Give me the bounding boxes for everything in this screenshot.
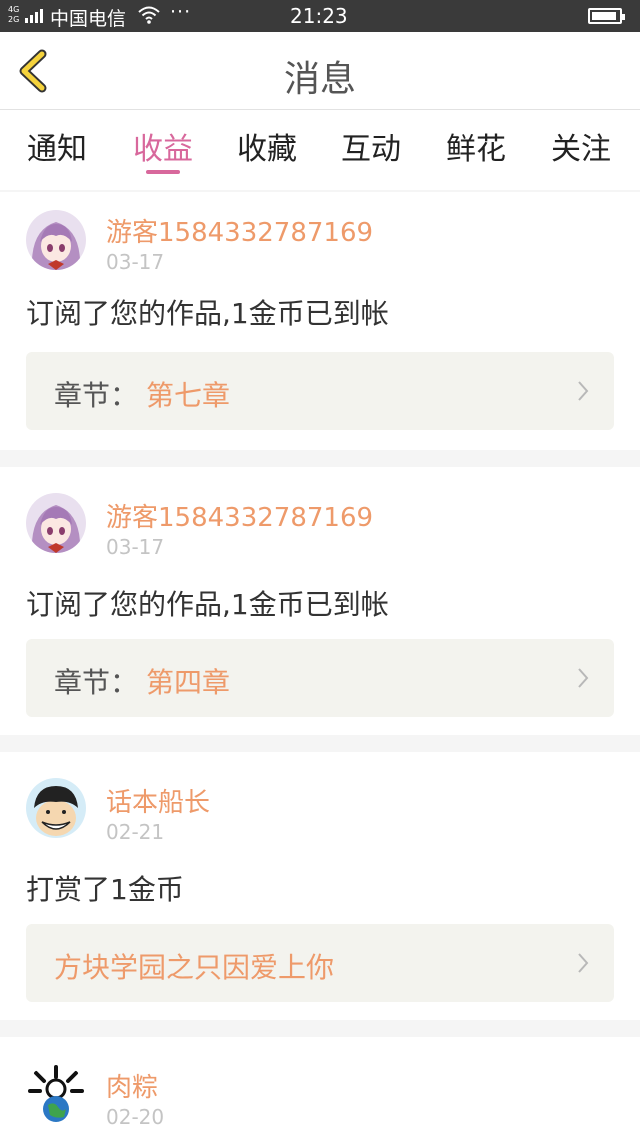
tab-notifications[interactable]: 通知 bbox=[12, 124, 102, 168]
anime-girl-avatar-icon bbox=[26, 493, 86, 553]
user-avatar[interactable] bbox=[26, 210, 86, 270]
chevron-right-icon bbox=[578, 953, 589, 973]
message-date: 02-20 bbox=[106, 1105, 165, 1129]
user-name[interactable]: 游客1584332787169 bbox=[106, 212, 373, 249]
battery-icon bbox=[588, 8, 625, 24]
user-name[interactable]: 肉粽 bbox=[106, 1067, 158, 1104]
clock: 21:23 bbox=[290, 4, 348, 28]
user-avatar[interactable] bbox=[26, 493, 86, 553]
anime-girl-avatar-icon bbox=[26, 210, 86, 270]
user-name[interactable]: 话本船长 bbox=[106, 782, 210, 819]
pirate-avatar-icon bbox=[26, 778, 86, 838]
message-card: 肉粽 02-20 bbox=[0, 1037, 640, 1138]
message-card: 游客1584332787169 03-17 订阅了您的作品,1金币已到帐 章节：… bbox=[0, 467, 640, 735]
tab-bar: 通知 收益 收藏 互动 鲜花 关注 bbox=[0, 110, 640, 190]
chapter-link[interactable]: 章节： 第七章 bbox=[26, 352, 614, 430]
wifi-icon bbox=[138, 6, 160, 24]
nav-bar: 消息 bbox=[0, 32, 640, 110]
tab-flowers[interactable]: 鲜花 bbox=[431, 124, 521, 168]
chapter-label: 章节： bbox=[54, 666, 139, 699]
chapter-link[interactable]: 章节： 第四章 bbox=[26, 639, 614, 717]
message-text: 订阅了您的作品,1金币已到帐 bbox=[26, 297, 389, 330]
message-date: 03-17 bbox=[106, 250, 165, 274]
message-card: 话本船长 02-21 打赏了1金币 方块学园之只因爱上你 bbox=[0, 752, 640, 1020]
message-text: 订阅了您的作品,1金币已到帐 bbox=[26, 588, 389, 621]
chapter-value: 第四章 bbox=[146, 666, 231, 699]
status-bar: 4G 2G 中国电信 ··· 21:23 bbox=[0, 0, 640, 32]
work-title: 方块学园之只因爱上你 bbox=[54, 951, 335, 984]
user-avatar[interactable] bbox=[26, 1063, 86, 1123]
work-link[interactable]: 方块学园之只因爱上你 bbox=[26, 924, 614, 1002]
message-date: 03-17 bbox=[106, 535, 165, 559]
more-indicator: ··· bbox=[170, 1, 192, 23]
tab-interactions[interactable]: 互动 bbox=[326, 124, 416, 168]
active-tab-indicator bbox=[146, 170, 180, 174]
chevron-right-icon bbox=[578, 381, 589, 401]
tab-follows[interactable]: 关注 bbox=[536, 124, 626, 168]
message-text: 打赏了1金币 bbox=[26, 873, 184, 906]
network-type: 4G 2G bbox=[8, 5, 20, 24]
message-date: 02-21 bbox=[106, 820, 165, 844]
user-name[interactable]: 游客1584332787169 bbox=[106, 497, 373, 534]
tab-favorites[interactable]: 收藏 bbox=[222, 124, 312, 168]
tab-earnings[interactable]: 收益 bbox=[118, 124, 208, 168]
globe-avatar-icon bbox=[26, 1063, 86, 1123]
message-card: 游客1584332787169 03-17 订阅了您的作品,1金币已到帐 章节：… bbox=[0, 192, 640, 450]
page-title: 消息 bbox=[283, 59, 356, 100]
carrier-name: 中国电信 bbox=[50, 8, 127, 30]
signal-icon bbox=[25, 7, 43, 23]
user-avatar[interactable] bbox=[26, 778, 86, 838]
chevron-right-icon bbox=[578, 668, 589, 688]
chapter-label: 章节： bbox=[54, 379, 139, 412]
chapter-value: 第七章 bbox=[146, 379, 231, 412]
